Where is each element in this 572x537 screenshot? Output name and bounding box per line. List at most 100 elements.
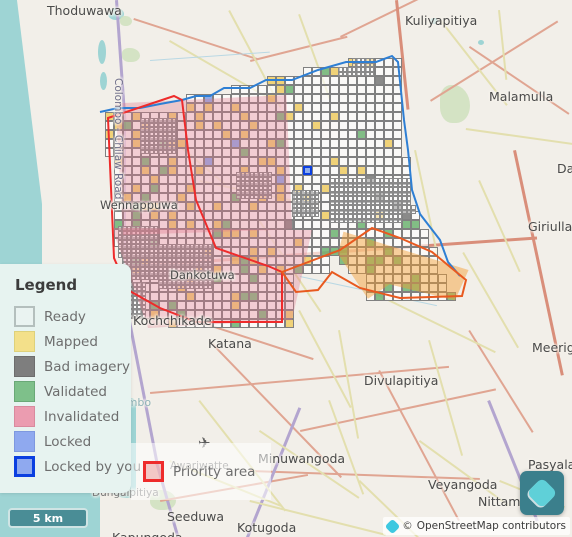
- task-cell[interactable]: [330, 112, 339, 121]
- task-cell[interactable]: [150, 166, 159, 175]
- task-cell[interactable]: [132, 157, 141, 166]
- task-cell[interactable]: [168, 184, 177, 193]
- task-cell[interactable]: [294, 121, 303, 130]
- task-cell[interactable]: [276, 166, 285, 175]
- task-cell[interactable]: [294, 220, 303, 229]
- task-cell[interactable]: [168, 292, 177, 301]
- task-cell[interactable]: [375, 283, 384, 292]
- task-cell[interactable]: [348, 85, 357, 94]
- task-cell[interactable]: [393, 67, 402, 76]
- task-cell[interactable]: [168, 175, 177, 184]
- task-cell[interactable]: [321, 175, 330, 184]
- task-cell[interactable]: [231, 265, 240, 274]
- task-cell[interactable]: [321, 193, 330, 202]
- task-cell[interactable]: [375, 130, 384, 139]
- task-cell[interactable]: [276, 112, 285, 121]
- task-cell[interactable]: [249, 229, 258, 238]
- task-cell[interactable]: [366, 274, 375, 283]
- task-cell[interactable]: [393, 103, 402, 112]
- task-cell[interactable]: [312, 130, 321, 139]
- task-cell[interactable]: [204, 121, 213, 130]
- task-cell[interactable]: [258, 319, 267, 328]
- task-cell[interactable]: [249, 130, 258, 139]
- task-cell[interactable]: [348, 247, 357, 256]
- task-cell[interactable]: [267, 283, 276, 292]
- task-cell[interactable]: [186, 193, 195, 202]
- task-cell-split[interactable]: [141, 313, 146, 318]
- task-cell[interactable]: [393, 112, 402, 121]
- task-cell[interactable]: [429, 292, 438, 301]
- task-cell[interactable]: [420, 274, 429, 283]
- task-cell[interactable]: [258, 310, 267, 319]
- task-cell[interactable]: [204, 139, 213, 148]
- task-cell[interactable]: [123, 202, 132, 211]
- task-cell[interactable]: [222, 283, 231, 292]
- task-cell[interactable]: [123, 112, 132, 121]
- task-cell[interactable]: [168, 301, 177, 310]
- task-cell[interactable]: [348, 229, 357, 238]
- task-cell[interactable]: [159, 292, 168, 301]
- task-cell[interactable]: [285, 76, 294, 85]
- task-cell[interactable]: [384, 274, 393, 283]
- task-cell[interactable]: [312, 94, 321, 103]
- task-cell[interactable]: [312, 76, 321, 85]
- task-cell[interactable]: [114, 193, 123, 202]
- task-cell[interactable]: [321, 121, 330, 130]
- task-cell[interactable]: [231, 211, 240, 220]
- task-cell[interactable]: [177, 301, 186, 310]
- task-cell[interactable]: [213, 274, 222, 283]
- task-cell[interactable]: [267, 112, 276, 121]
- task-cell[interactable]: [267, 148, 276, 157]
- task-cell[interactable]: [294, 265, 303, 274]
- task-cell[interactable]: [195, 166, 204, 175]
- task-cell[interactable]: [285, 238, 294, 247]
- task-cell[interactable]: [393, 76, 402, 85]
- task-cell[interactable]: [177, 220, 186, 229]
- task-cell[interactable]: [258, 121, 267, 130]
- task-cell[interactable]: [267, 274, 276, 283]
- task-cell-split[interactable]: [369, 71, 374, 76]
- task-cell[interactable]: [168, 202, 177, 211]
- task-cell[interactable]: [312, 229, 321, 238]
- task-cell[interactable]: [177, 229, 186, 238]
- task-cell[interactable]: [186, 121, 195, 130]
- task-cell[interactable]: [258, 202, 267, 211]
- task-cell[interactable]: [366, 256, 375, 265]
- task-cell[interactable]: [339, 85, 348, 94]
- task-cell[interactable]: [141, 157, 150, 166]
- task-cell[interactable]: [231, 112, 240, 121]
- task-cell[interactable]: [357, 256, 366, 265]
- task-cell[interactable]: [204, 202, 213, 211]
- task-cell[interactable]: [204, 112, 213, 121]
- task-cell[interactable]: [294, 229, 303, 238]
- task-cell[interactable]: [303, 166, 312, 175]
- task-cell[interactable]: [312, 139, 321, 148]
- task-cell[interactable]: [339, 166, 348, 175]
- task-cell[interactable]: [393, 292, 402, 301]
- task-cell[interactable]: [123, 139, 132, 148]
- task-cell[interactable]: [105, 139, 114, 148]
- task-cell[interactable]: [357, 121, 366, 130]
- task-cell[interactable]: [186, 139, 195, 148]
- task-cell[interactable]: [357, 166, 366, 175]
- task-cell[interactable]: [312, 166, 321, 175]
- task-cell[interactable]: [357, 76, 366, 85]
- task-cell[interactable]: [204, 184, 213, 193]
- task-cell[interactable]: [429, 283, 438, 292]
- task-cell[interactable]: [393, 148, 402, 157]
- task-cell[interactable]: [150, 301, 159, 310]
- task-cell[interactable]: [384, 292, 393, 301]
- task-cell[interactable]: [321, 211, 330, 220]
- task-cell[interactable]: [321, 166, 330, 175]
- task-cell[interactable]: [231, 139, 240, 148]
- task-cell[interactable]: [258, 220, 267, 229]
- task-cell-split[interactable]: [397, 218, 402, 223]
- task-cell[interactable]: [195, 292, 204, 301]
- task-cell[interactable]: [285, 112, 294, 121]
- task-cell[interactable]: [222, 301, 231, 310]
- task-cell[interactable]: [159, 175, 168, 184]
- task-cell[interactable]: [249, 202, 258, 211]
- task-cell[interactable]: [159, 184, 168, 193]
- task-cell[interactable]: [195, 319, 204, 328]
- task-cell[interactable]: [213, 94, 222, 103]
